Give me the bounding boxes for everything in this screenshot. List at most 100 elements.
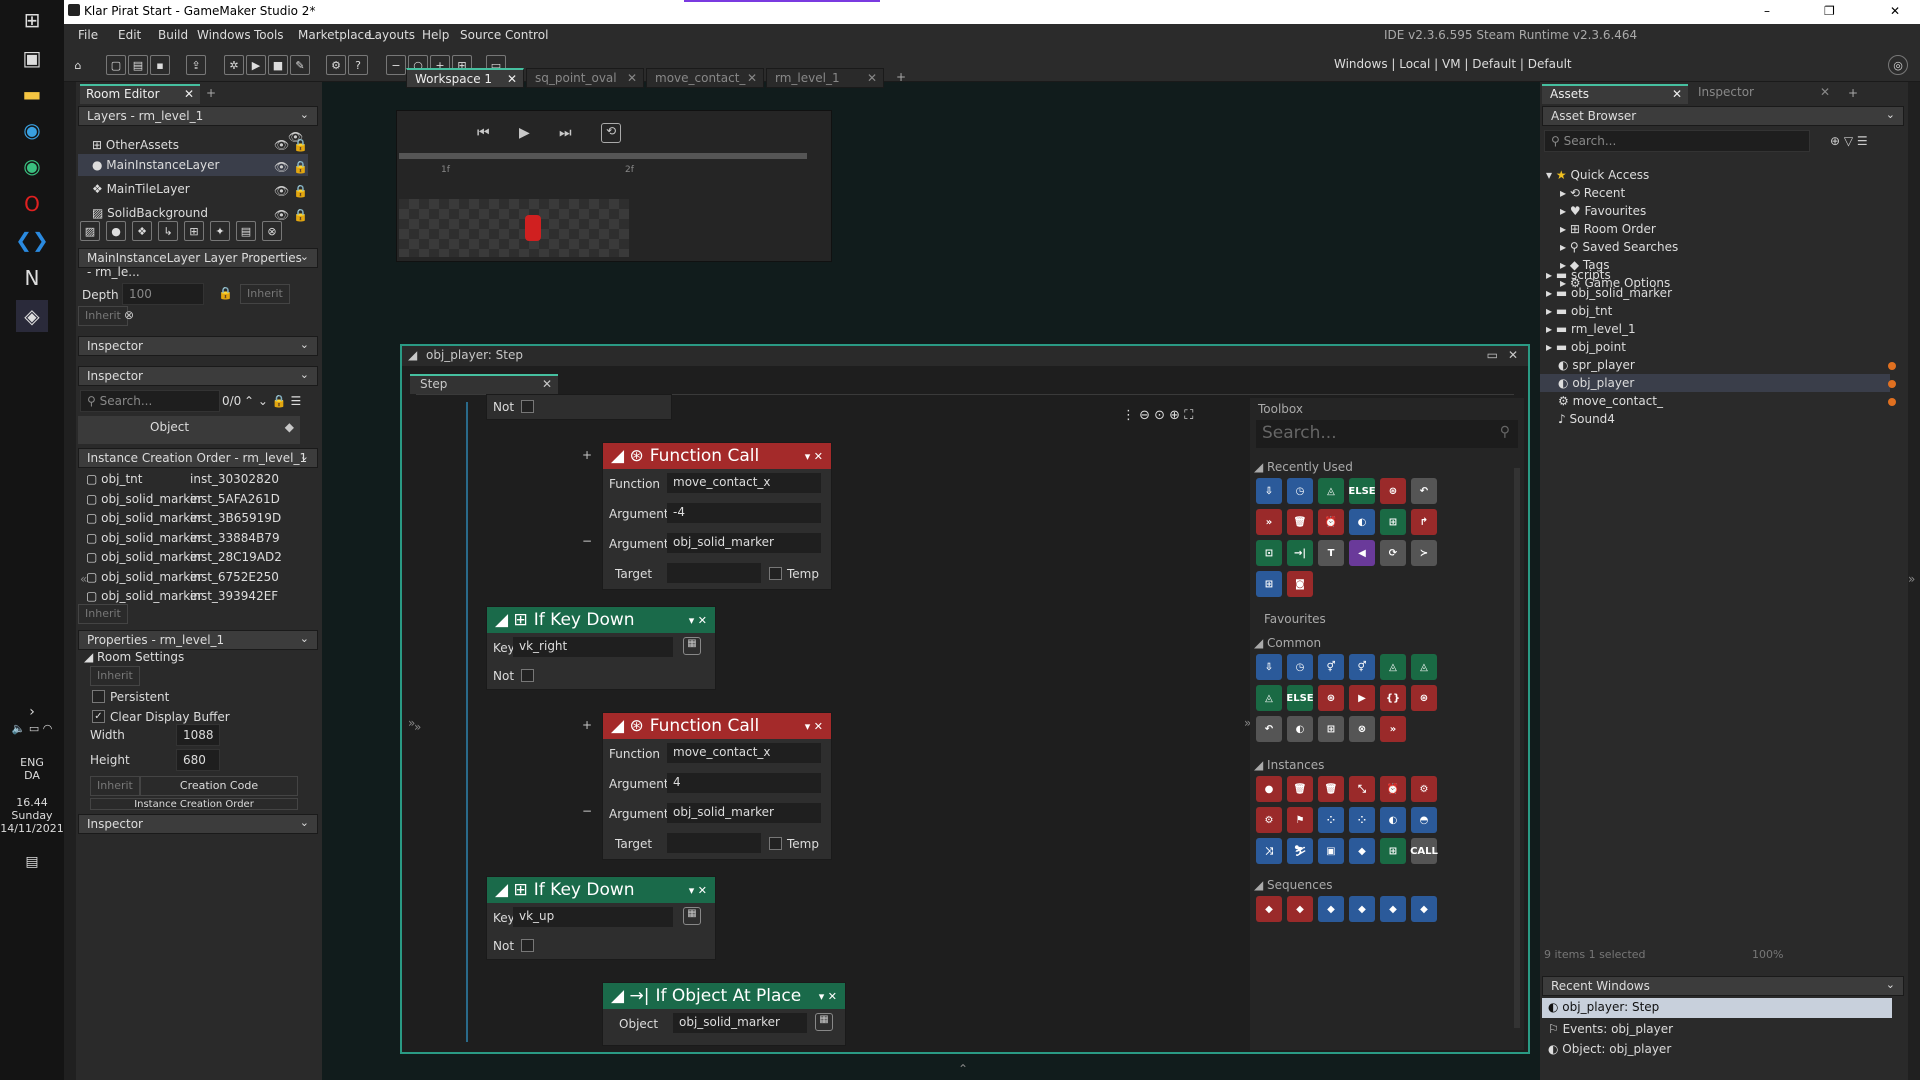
add-tab-icon[interactable]: + [1848,86,1858,100]
assign-icon[interactable]: ⚥ [1318,654,1344,680]
ico-header[interactable]: Instance Creation Order - rm_level_1 ⌄ [78,448,318,468]
layers-header[interactable]: Layers - rm_level_1 ⌄ [78,106,318,126]
depth-field[interactable]: 100 [122,283,204,305]
destroy-at-icon[interactable]: 🗑 [1318,776,1344,802]
instance-order-row[interactable]: ▢ obj_solid_marker inst_6752E250 [86,570,279,584]
asset-item[interactable]: ◐ spr_player [1558,358,1635,372]
search-nav-icons[interactable]: ⌃ ⌄ 🔒 ☰ [244,394,301,408]
node-menu-icon[interactable]: ▾ ✕ [689,884,707,897]
layout-switcher[interactable]: Windows | Local | VM | Default | Default [1334,57,1572,71]
bottom-dock-icon[interactable]: ⌃ [958,1062,968,1076]
canvas-zoom-controls[interactable]: ⋮ ⊖ ⊙ ⊕ ⛶ [1122,408,1193,423]
sequence-icon[interactable]: ◆ [1287,896,1313,922]
node-header[interactable]: ◢ →| If Object At Place ▾ ✕ [603,983,845,1009]
timer-icon[interactable]: ⚙ [1411,776,1437,802]
jump-icon[interactable]: ↱ [1411,509,1437,535]
room-props-header[interactable]: Properties - rm_level_1 ⌄ [78,630,318,650]
return-icon[interactable]: ↶ [1411,478,1437,504]
quick-access-item[interactable]: ▸ ♥ Favourites [1560,204,1646,218]
compare-icon[interactable]: ≻ [1411,540,1437,566]
close-tab-icon[interactable]: ✕ [627,71,637,85]
place-icon[interactable]: →| [1287,540,1313,566]
instances-label[interactable]: ◢ Instances [1254,758,1324,772]
else-icon[interactable]: ELSE [1348,478,1376,504]
new-icon[interactable]: » [1256,509,1282,535]
sequence-icon[interactable]: ◆ [1349,896,1375,922]
vscode-icon[interactable]: ❮❯ [15,224,49,256]
sprite-icon[interactable]: ◐ [1380,807,1406,833]
run-icon[interactable]: ▶ [246,55,266,75]
asset-item[interactable]: ▸ ▬ obj_tnt [1546,304,1612,318]
close-button[interactable]: ✕ [1890,4,1900,18]
if-icon[interactable]: ◬ [1318,478,1344,504]
move-icon[interactable]: ⤡ [1349,776,1375,802]
help-icon[interactable]: ? [348,55,368,75]
notifications-icon[interactable]: ▤ [16,846,48,878]
left-dock-expand-icon[interactable]: » [414,720,421,734]
close-tab-icon[interactable]: ✕ [747,71,757,85]
add-tab-icon[interactable]: + [206,86,216,100]
not-checkbox[interactable] [521,939,534,952]
asset-tools[interactable]: ⊕ ▽ ☰ [1830,134,1868,148]
inspector-header[interactable]: Inspector ⌄ [78,336,318,356]
timeline-bar[interactable] [399,153,807,159]
asset-item[interactable]: ◐ obj_player [1558,376,1634,390]
tab-inspector[interactable]: Inspector ✕ [1690,84,1836,104]
argument-field[interactable]: obj_solid_marker [667,803,821,823]
function-call-node[interactable]: ◢ ⊛ Function Call ▾ ✕ Function move_contac… [602,712,832,860]
run-icon[interactable]: ▶ [1349,685,1375,711]
close-tab-icon[interactable]: ✕ [1820,85,1830,99]
layer-item[interactable]: ● MainInstanceLayer [92,158,219,172]
destroy-icon[interactable]: 🗑 [1287,776,1313,802]
close-tab-icon[interactable]: ✕ [867,71,877,85]
node-header[interactable]: ◢ ⊞ If Key Down ▾ ✕ [487,607,715,633]
instance-order-button[interactable]: Instance Creation Order [90,798,298,810]
clear-icon[interactable]: ⊗ [124,308,134,322]
instance-order-row[interactable]: ▢ obj_solid_marker inst_33884B79 [86,531,280,545]
tile-layer-icon[interactable]: ❖ [132,221,152,241]
add-tab-icon[interactable]: + [896,70,906,84]
target-icon[interactable]: ◎ [1888,55,1908,75]
stop-icon[interactable]: ■ [268,55,288,75]
grid-icon[interactable]: ⁘ [1318,807,1344,833]
creation-code-button[interactable]: Creation Code [140,776,298,796]
left-dock-collapse-icon[interactable]: « [80,572,87,586]
home-icon[interactable]: ⌂ [68,55,88,75]
menu-source-control[interactable]: Source Control [460,28,548,42]
if-object-at-place-node[interactable]: ◢ →| If Object At Place ▾ ✕ Object obj_sol… [602,982,846,1046]
close-tab-icon[interactable]: ✕ [542,377,552,391]
not-checkbox[interactable] [521,669,534,682]
menu-layouts[interactable]: Layouts [368,28,415,42]
inherit-button[interactable]: Inherit [78,604,128,624]
debug-icon[interactable]: ✲ [224,55,244,75]
favourites-label[interactable]: Favourites [1264,612,1326,626]
menu-help[interactable]: Help [422,28,449,42]
keyboard-icon[interactable]: ▦ [683,907,701,925]
delete-layer-icon[interactable]: ⊗ [262,221,282,241]
folder-icon[interactable]: ▤ [236,221,256,241]
node-menu-icon[interactable]: ▾ ✕ [805,720,823,733]
tab-room-editor[interactable]: Room Editor ✕ [80,84,200,104]
menu-build[interactable]: Build [158,28,188,42]
if-icon[interactable]: ◬ [1256,685,1282,711]
asset-search-input[interactable]: ⚲ Search... [1544,130,1810,152]
instance-layer-icon[interactable]: ● [106,221,126,241]
instance-search-input[interactable]: ⚲ Search... [80,390,220,412]
inspector-header[interactable]: Inspector ⌄ [78,366,318,386]
object-icon[interactable]: ⚑ [1287,807,1313,833]
inherit-button[interactable]: Inherit [90,666,140,686]
file-explorer-icon[interactable]: ▬ [16,78,48,110]
asset-layer-icon[interactable]: ⊞ [184,221,204,241]
if-key-down-node[interactable]: ◢ ⊞ If Key Down ▾ ✕ Key vk_up ▦ Not [486,876,716,960]
var-icon[interactable]: ⇩ [1256,654,1282,680]
var-icon[interactable]: ◷ [1287,654,1313,680]
effect-layer-icon[interactable]: ✦ [210,221,230,241]
collision-icon[interactable]: ◆ [1349,838,1375,864]
menu-windows[interactable]: Windows [197,28,251,42]
recent-window-item[interactable]: ⚐ Events: obj_player [1548,1022,1673,1036]
eye-icon[interactable]: 👁 🔒 [274,184,308,198]
asset-item[interactable]: ⚙ move_contact_ [1558,394,1663,408]
function-icon[interactable]: ⊛ [1318,685,1344,711]
key-icon[interactable]: ⊞ [1380,509,1406,535]
height-field[interactable]: 680 [176,749,220,771]
